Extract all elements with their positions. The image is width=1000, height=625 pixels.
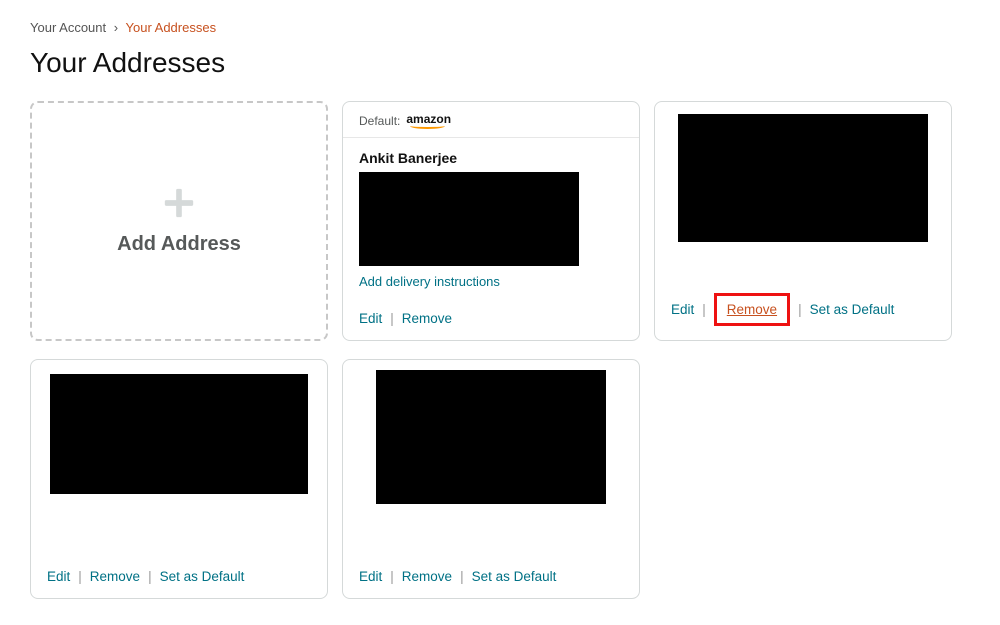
redacted-address bbox=[678, 114, 928, 242]
edit-link[interactable]: Edit bbox=[671, 302, 694, 317]
action-separator: | bbox=[390, 569, 394, 584]
set-default-link[interactable]: Set as Default bbox=[160, 569, 245, 584]
card-actions: Edit | Remove bbox=[343, 311, 639, 340]
address-card-default: Default: amazon Ankit Banerjee Add deliv… bbox=[342, 101, 640, 341]
address-card: Edit | Remove | Set as Default bbox=[654, 101, 952, 341]
card-actions: Edit | Remove | Set as Default bbox=[655, 293, 951, 340]
remove-link[interactable]: Remove bbox=[402, 311, 452, 326]
set-default-link[interactable]: Set as Default bbox=[810, 302, 895, 317]
redacted-address bbox=[376, 370, 606, 504]
card-body bbox=[343, 360, 639, 569]
edit-link[interactable]: Edit bbox=[359, 311, 382, 326]
add-delivery-instructions-link[interactable]: Add delivery instructions bbox=[359, 274, 623, 289]
remove-highlight: Remove bbox=[714, 293, 790, 326]
amazon-logo-icon: amazon bbox=[406, 112, 451, 129]
breadcrumb-parent[interactable]: Your Account bbox=[30, 20, 106, 35]
action-separator: | bbox=[390, 311, 394, 326]
card-body bbox=[655, 102, 951, 293]
default-label: Default: bbox=[359, 114, 400, 128]
card-body bbox=[31, 360, 327, 569]
remove-link[interactable]: Remove bbox=[402, 569, 452, 584]
action-separator: | bbox=[460, 569, 464, 584]
plus-icon bbox=[162, 186, 196, 225]
chevron-right-icon: › bbox=[114, 20, 118, 35]
remove-link[interactable]: Remove bbox=[727, 302, 777, 317]
action-separator: | bbox=[148, 569, 152, 584]
action-separator: | bbox=[78, 569, 82, 584]
address-card: Edit | Remove | Set as Default bbox=[342, 359, 640, 599]
redacted-address bbox=[359, 172, 579, 266]
card-actions: Edit | Remove | Set as Default bbox=[31, 569, 327, 598]
card-body: Ankit Banerjee Add delivery instructions bbox=[343, 138, 639, 311]
breadcrumb-current: Your Addresses bbox=[126, 20, 217, 35]
edit-link[interactable]: Edit bbox=[359, 569, 382, 584]
edit-link[interactable]: Edit bbox=[47, 569, 70, 584]
redacted-address bbox=[50, 374, 308, 494]
address-card: Edit | Remove | Set as Default bbox=[30, 359, 328, 599]
default-header: Default: amazon bbox=[343, 102, 639, 138]
address-grid: Add Address Default: amazon Ankit Banerj… bbox=[30, 101, 970, 599]
add-address-label: Add Address bbox=[117, 233, 241, 256]
card-actions: Edit | Remove | Set as Default bbox=[343, 569, 639, 598]
page-title: Your Addresses bbox=[30, 47, 970, 79]
set-default-link[interactable]: Set as Default bbox=[472, 569, 557, 584]
breadcrumb: Your Account › Your Addresses bbox=[30, 20, 970, 35]
action-separator: | bbox=[798, 302, 802, 317]
recipient-name: Ankit Banerjee bbox=[359, 150, 623, 166]
remove-link[interactable]: Remove bbox=[90, 569, 140, 584]
action-separator: | bbox=[702, 302, 706, 317]
add-address-card[interactable]: Add Address bbox=[30, 101, 328, 341]
